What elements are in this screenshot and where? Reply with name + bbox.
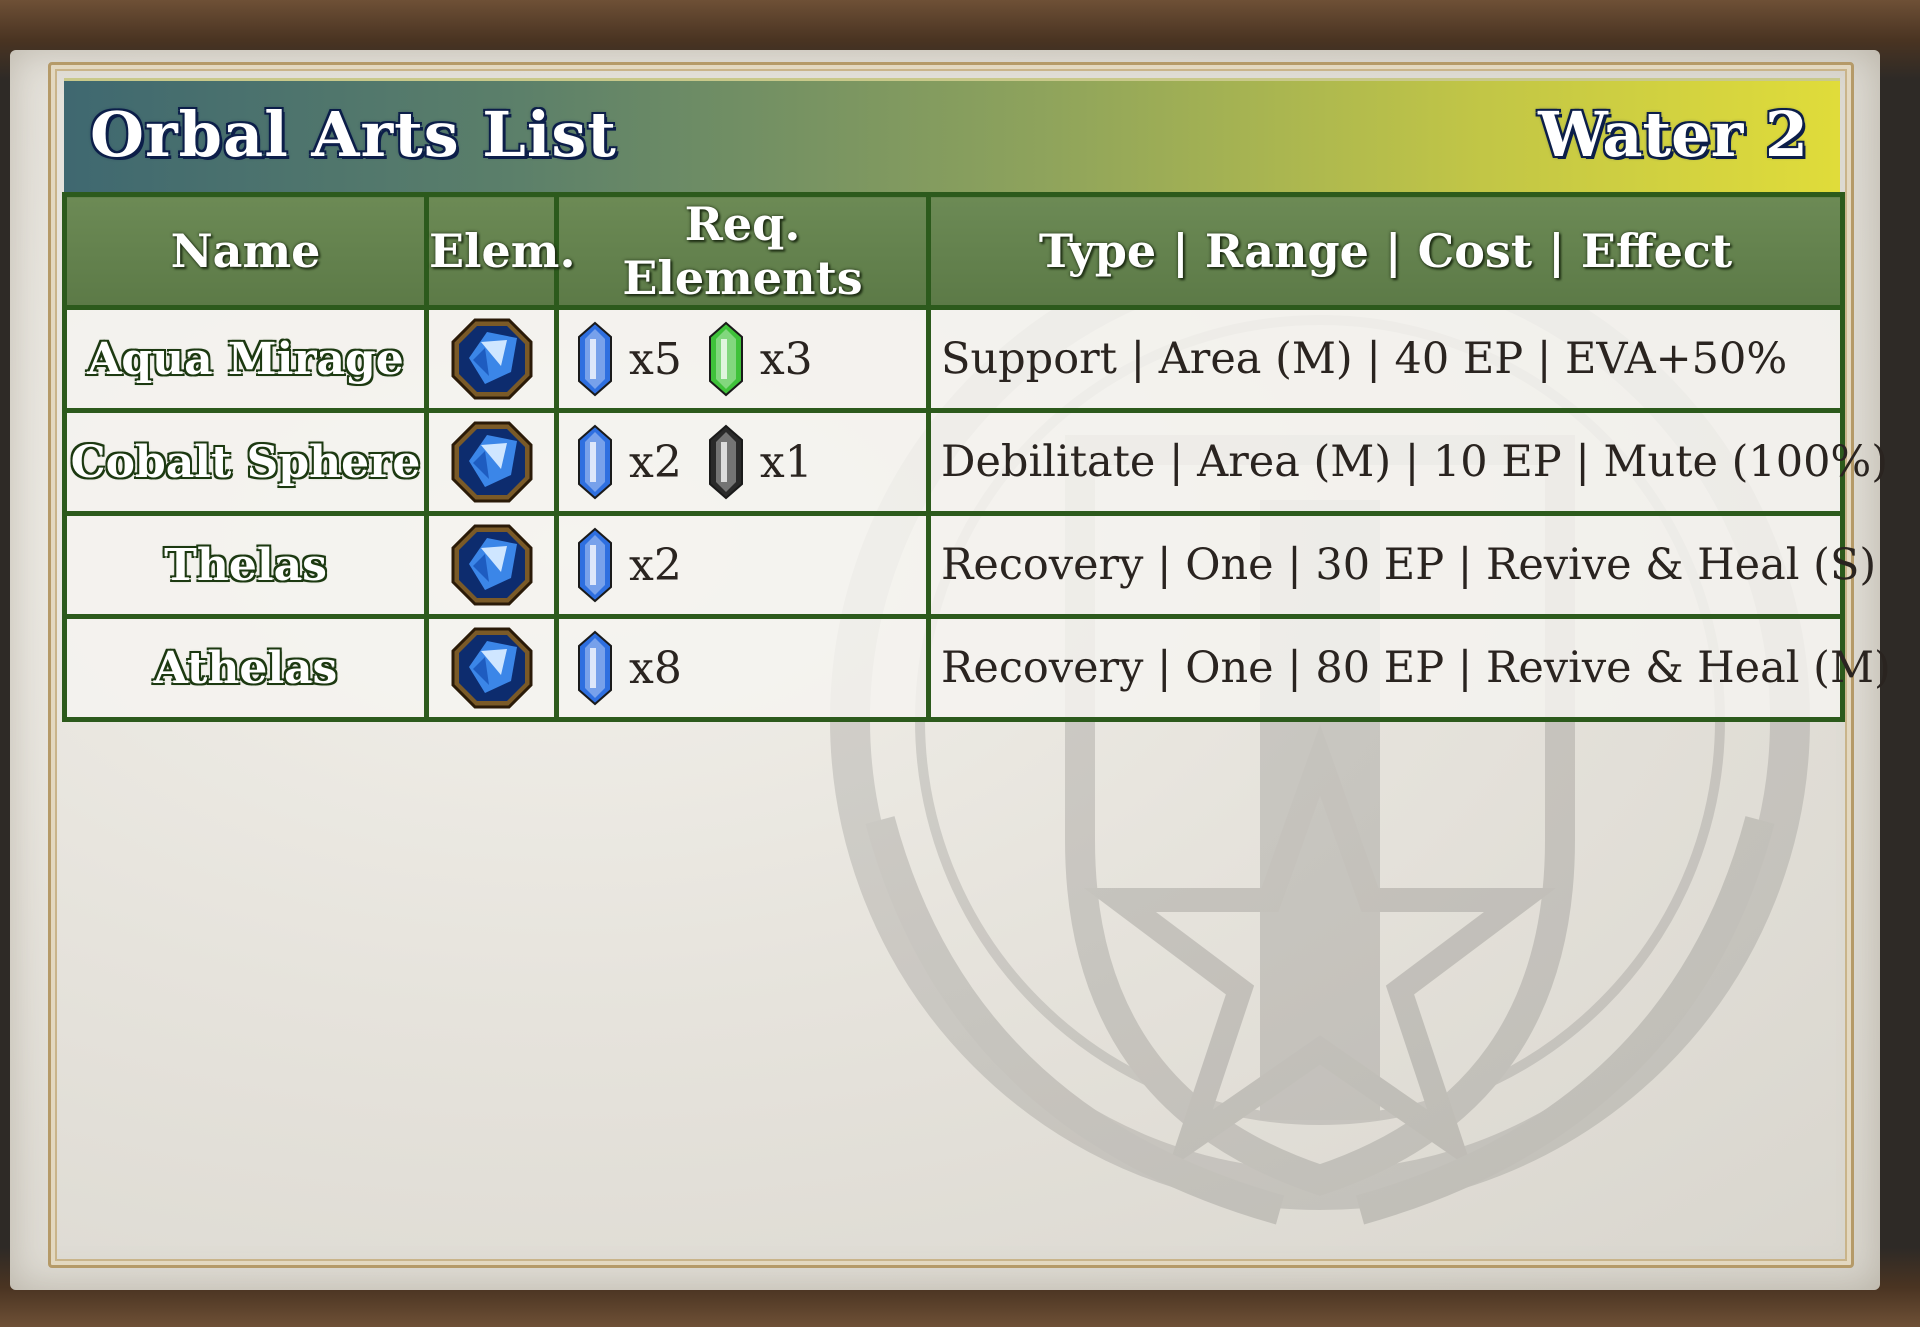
table-row[interactable]: Athelas x8 Recovery | One | 80 EP | Revive… [62,614,1891,722]
table-row[interactable]: Aqua Mirage x5 x3 Support | Area (M) | 40 E… [62,305,1845,413]
art-info: Recovery | One | 30 EP | Revive & Heal (… [926,511,1876,619]
water-element-icon [451,524,532,606]
req-element-item: x8 [575,630,682,706]
water-gem-icon [578,321,612,397]
arts-table: Name Elem. Req. Elements Type | Range | … [62,192,1891,722]
art-name: Cobalt Sphere [62,408,429,516]
element-cell [424,614,559,722]
req-element-item: x2 [575,527,682,603]
req-element-item: x3 [706,321,813,397]
water-gem-icon [578,424,612,500]
art-info: Recovery | One | 80 EP | Revive & Heal (… [926,614,1891,722]
req-element-item: x1 [706,424,813,500]
water-gem-icon [578,527,612,603]
req-quantity: x5 [629,333,682,385]
time-gem-icon [708,424,743,500]
category-label: Water 2 [1538,98,1808,171]
required-elements: x2 [554,511,931,619]
required-elements: x5 x3 [554,305,931,413]
req-element-item: x5 [575,321,682,397]
art-info: Support | Area (M) | 40 EP | EVA+50% [926,305,1845,413]
req-quantity: x1 [759,436,813,488]
column-header-elem: Elem. [424,192,576,310]
art-name: Athelas [62,614,429,722]
required-elements: x2 x1 [554,408,931,516]
req-quantity: x3 [759,333,813,385]
req-element-item: x2 [575,424,682,500]
element-cell [424,305,559,413]
req-quantity: x2 [629,436,682,488]
column-header-info: Type | Range | Cost | Effect [926,192,1845,310]
table-row[interactable]: Cobalt Sphere x2 x1 Debilitate | Area (M) |… [62,408,1888,516]
water-element-icon [451,627,532,709]
required-elements: x8 [554,614,931,722]
element-cell [424,408,559,516]
art-name: Thelas [62,511,429,619]
req-quantity: x8 [629,642,682,694]
water-gem-icon [578,630,612,706]
column-header-req: Req. Elements [554,192,931,310]
wind-gem-icon [708,321,743,397]
art-info: Debilitate | Area (M) | 10 EP | Mute (10… [926,408,1888,516]
req-quantity: x2 [629,539,682,591]
element-cell [424,511,559,619]
water-element-icon [451,318,532,400]
table-row[interactable]: Thelas x2 Recovery | One | 30 EP | Revive … [62,511,1876,619]
art-name: Aqua Mirage [62,305,429,413]
water-element-icon [451,421,532,503]
page-title: Orbal Arts List [90,98,617,171]
table-header-row: Name Elem. Req. Elements Type | Range | … [62,192,1845,310]
column-header-name: Name [62,192,429,310]
